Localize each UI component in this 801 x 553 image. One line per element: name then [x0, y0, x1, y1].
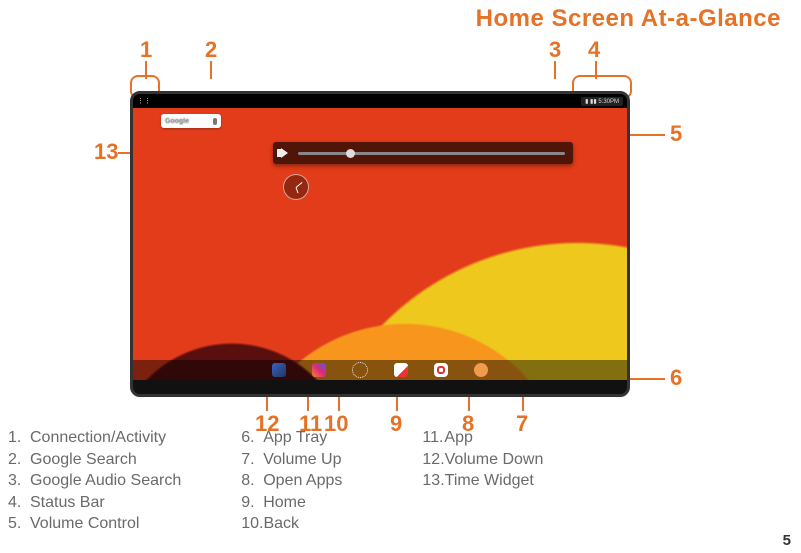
- status-left: ⋮⋮: [137, 97, 151, 105]
- app-tray: [133, 360, 627, 380]
- apps-grid-icon[interactable]: [352, 362, 368, 378]
- callout-5: 5: [670, 123, 682, 145]
- home-wallpaper: Google: [133, 108, 627, 380]
- speaker-icon: [281, 148, 288, 158]
- app-icon[interactable]: [272, 363, 286, 377]
- callout-3: 3: [549, 39, 561, 61]
- time-widget[interactable]: [283, 174, 309, 200]
- app-icon[interactable]: [434, 363, 448, 377]
- status-right: ▮ ▮▮ 5:30PM: [581, 97, 623, 106]
- volume-control-widget[interactable]: [273, 142, 573, 164]
- legend: 1.Connection/Activity 2.Google Search 3.…: [8, 427, 781, 535]
- page-number: 5: [783, 532, 791, 549]
- legend-col-2: 6.App Tray 7.Volume Up 8.Open Apps 9.Hom…: [241, 427, 342, 535]
- app-icon[interactable]: [312, 363, 326, 377]
- device-screenshot: ⋮⋮ ▮ ▮▮ 5:30PM Google: [130, 91, 630, 397]
- google-search-label: Google: [165, 118, 189, 125]
- app-icon[interactable]: [394, 363, 408, 377]
- callout-2: 2: [205, 39, 217, 61]
- mic-icon[interactable]: [213, 118, 217, 125]
- callout-1: 1: [140, 39, 152, 61]
- legend-col-1: 1.Connection/Activity 2.Google Search 3.…: [8, 427, 181, 535]
- page-title: Home Screen At-a-Glance: [0, 0, 801, 33]
- app-icon[interactable]: [474, 363, 488, 377]
- legend-col-3: 11.App 12.Volume Down 13.Time Widget: [422, 427, 543, 535]
- callout-13: 13: [94, 141, 118, 163]
- diagram: 1 2 3 4 5 13 6 7 8 9 10 11 12 ⋮⋮ ▮ ▮▮ 5:…: [80, 33, 760, 418]
- status-bar: ⋮⋮ ▮ ▮▮ 5:30PM: [133, 94, 627, 108]
- callout-6: 6: [670, 367, 682, 389]
- volume-slider[interactable]: [298, 152, 565, 155]
- google-search-widget[interactable]: Google: [161, 114, 221, 128]
- callout-4: 4: [588, 39, 600, 61]
